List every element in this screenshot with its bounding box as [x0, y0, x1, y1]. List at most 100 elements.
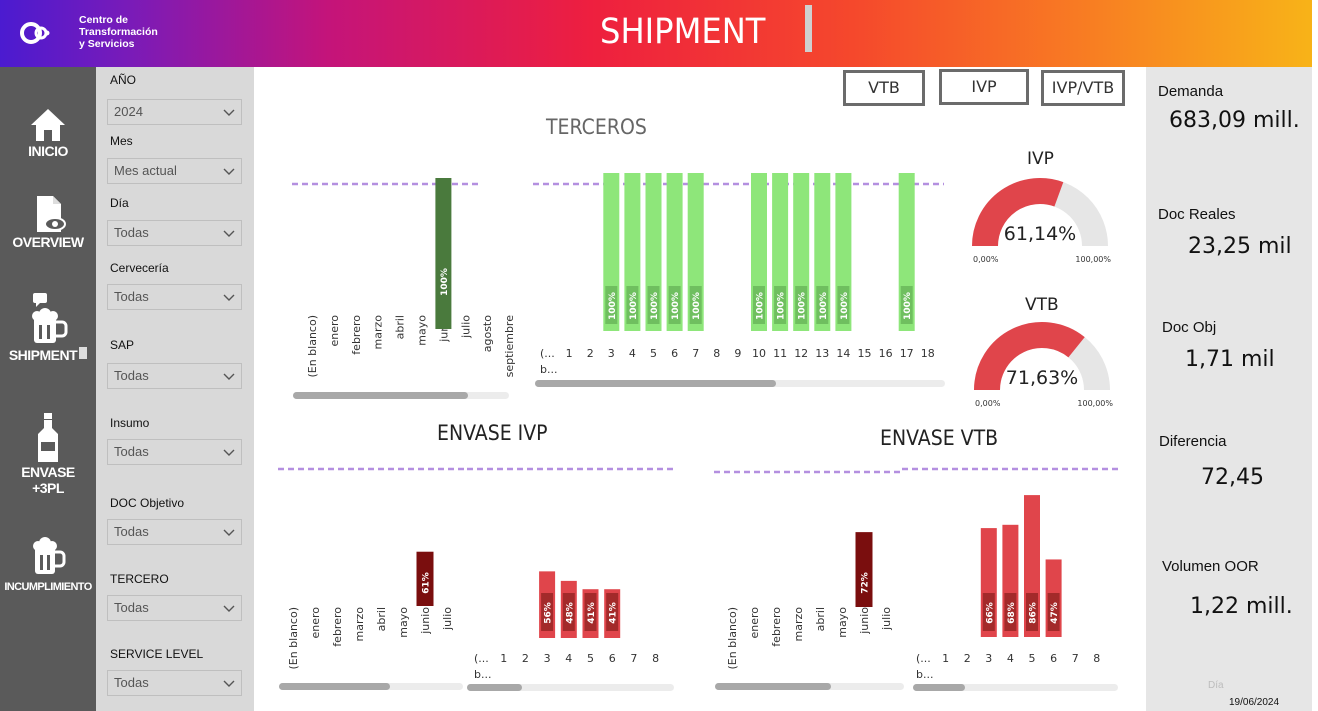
nav-item-shipment[interactable]: SHIPMENT	[0, 291, 96, 363]
data-label: 100%	[903, 292, 913, 320]
chevron-down-icon	[223, 529, 235, 536]
nav-item-incumplimiento[interactable]: INCUMPLIMIENTO	[0, 535, 96, 593]
filter-label: DOC Objetivo	[110, 496, 185, 510]
tick-label: 14	[836, 347, 850, 360]
dropdown-value: Todas	[114, 289, 149, 304]
tick-label: 15	[858, 347, 872, 360]
nav-label: OVERVIEW	[12, 234, 84, 250]
insumo-dropdown[interactable]: Todas	[107, 439, 242, 465]
data-label: 47%	[1050, 602, 1060, 624]
tick-label: 5	[650, 347, 657, 360]
main-report: VTB IVP IVP/VTB TERCEROS ENVASE IVP ENVA…	[254, 67, 1146, 711]
data-label: 100%	[440, 268, 450, 296]
chevron-down-icon	[223, 168, 235, 175]
nav-item-envase[interactable]: ENVASE +3PL	[0, 412, 96, 496]
active-indicator	[79, 347, 88, 359]
nav-label-wrap: SHIPMENT	[0, 347, 96, 363]
tick-label: 2	[964, 652, 971, 665]
chevron-down-icon	[223, 373, 235, 380]
tick-label: 4	[629, 347, 636, 360]
tick-label: mayo	[416, 315, 429, 346]
tick-label: 9	[734, 347, 741, 360]
data-label: 100%	[819, 292, 829, 320]
chevron-down-icon	[223, 605, 235, 612]
tick-label: 6	[671, 347, 678, 360]
data-label: 86%	[1029, 602, 1039, 624]
tick-label: 5	[587, 652, 594, 665]
gauge-value: 61,14%	[1004, 223, 1076, 245]
year-dropdown[interactable]: 2024	[107, 99, 242, 125]
tick-label: enero	[748, 607, 761, 639]
data-label: 100%	[692, 292, 702, 320]
data-label: 100%	[756, 292, 766, 320]
tick-label: 4	[565, 652, 572, 665]
tick-label: abril	[375, 607, 388, 631]
data-label: 100%	[629, 292, 639, 320]
tick-label: (En blanco)	[306, 315, 319, 378]
tick-label: 10	[752, 347, 766, 360]
sap-dropdown[interactable]: Todas	[107, 363, 242, 389]
data-label: 56%	[544, 602, 554, 624]
tick-label: enero	[309, 607, 322, 639]
gauge-min-label: 0,00%	[973, 255, 999, 264]
dashboard: Centro de Transformación y Servicios SHI…	[0, 0, 1318, 711]
chevron-down-icon	[223, 109, 235, 116]
dropdown-value: Todas	[114, 600, 149, 615]
day-dropdown[interactable]: Todas	[107, 220, 242, 246]
tick-label: febrero	[331, 607, 344, 647]
tick-label: (...	[916, 652, 931, 665]
filter-label: TERCERO	[110, 572, 169, 586]
data-label: 48%	[565, 602, 575, 624]
tick-label: 7	[630, 652, 637, 665]
tick-label: 3	[608, 347, 615, 360]
tick-label: julio	[459, 315, 472, 339]
nav-item-inicio[interactable]: INICIO	[0, 107, 96, 159]
nav-label: INCUMPLIMIENTO	[4, 581, 92, 593]
tick-label: agosto	[481, 315, 494, 352]
nav-item-overview[interactable]: OVERVIEW	[0, 194, 96, 250]
title-divider	[805, 5, 812, 52]
date-filter-value[interactable]: 19/06/2024	[1229, 697, 1279, 708]
kpi-label-doc-obj: Doc Obj	[1162, 319, 1217, 336]
data-label: 41%	[609, 602, 619, 624]
brand-line: Centro de	[79, 14, 129, 26]
filter-label: AÑO	[110, 73, 137, 87]
tick-label: 11	[773, 347, 787, 360]
chart-scrollbar-thumb	[293, 392, 468, 399]
page-title: SHIPMENT	[600, 12, 766, 52]
dropdown-value: Mes actual	[114, 163, 177, 178]
brewery-dropdown[interactable]: Todas	[107, 284, 242, 310]
kpi-value-doc-obj: 1,71 mil	[1185, 347, 1275, 372]
tick-label: (...	[474, 652, 489, 665]
chart-scrollbar-thumb	[535, 380, 776, 387]
tick-label: 3	[985, 652, 992, 665]
filter-label: SAP	[110, 338, 135, 352]
tick-label: 6	[1050, 652, 1057, 665]
chart-scrollbar-thumb	[467, 684, 522, 691]
filter-label: Mes	[110, 134, 133, 148]
service-level-dropdown[interactable]: Todas	[107, 670, 242, 696]
kpi-value-diferencia: 72,45	[1201, 465, 1264, 490]
tick-label: mayo	[397, 607, 410, 638]
month-dropdown[interactable]: Mes actual	[107, 158, 242, 184]
data-label: 100%	[840, 292, 850, 320]
tick-label: 16	[879, 347, 893, 360]
data-label: 100%	[608, 292, 618, 320]
gauge-max-label: 100,00%	[1077, 399, 1113, 408]
chevron-down-icon	[223, 680, 235, 687]
data-label: 66%	[985, 602, 995, 624]
brand-line: Transformación	[79, 26, 158, 38]
tick-label: febrero	[770, 607, 783, 647]
tick-label: abril	[394, 315, 407, 339]
nav-label: ENVASE	[21, 464, 75, 480]
tick-label: marzo	[372, 315, 385, 350]
dropdown-value: 2024	[114, 104, 143, 119]
nav-label: SHIPMENT	[8, 347, 78, 363]
tick-label: 8	[652, 652, 659, 665]
bar	[435, 178, 452, 329]
tercero-dropdown[interactable]: Todas	[107, 595, 242, 621]
filter-label: Cervecería	[110, 261, 169, 275]
kpi-label-diferencia: Diferencia	[1159, 433, 1227, 450]
doc-objetivo-dropdown[interactable]: Todas	[107, 519, 242, 545]
tick-label: b...	[474, 668, 491, 681]
